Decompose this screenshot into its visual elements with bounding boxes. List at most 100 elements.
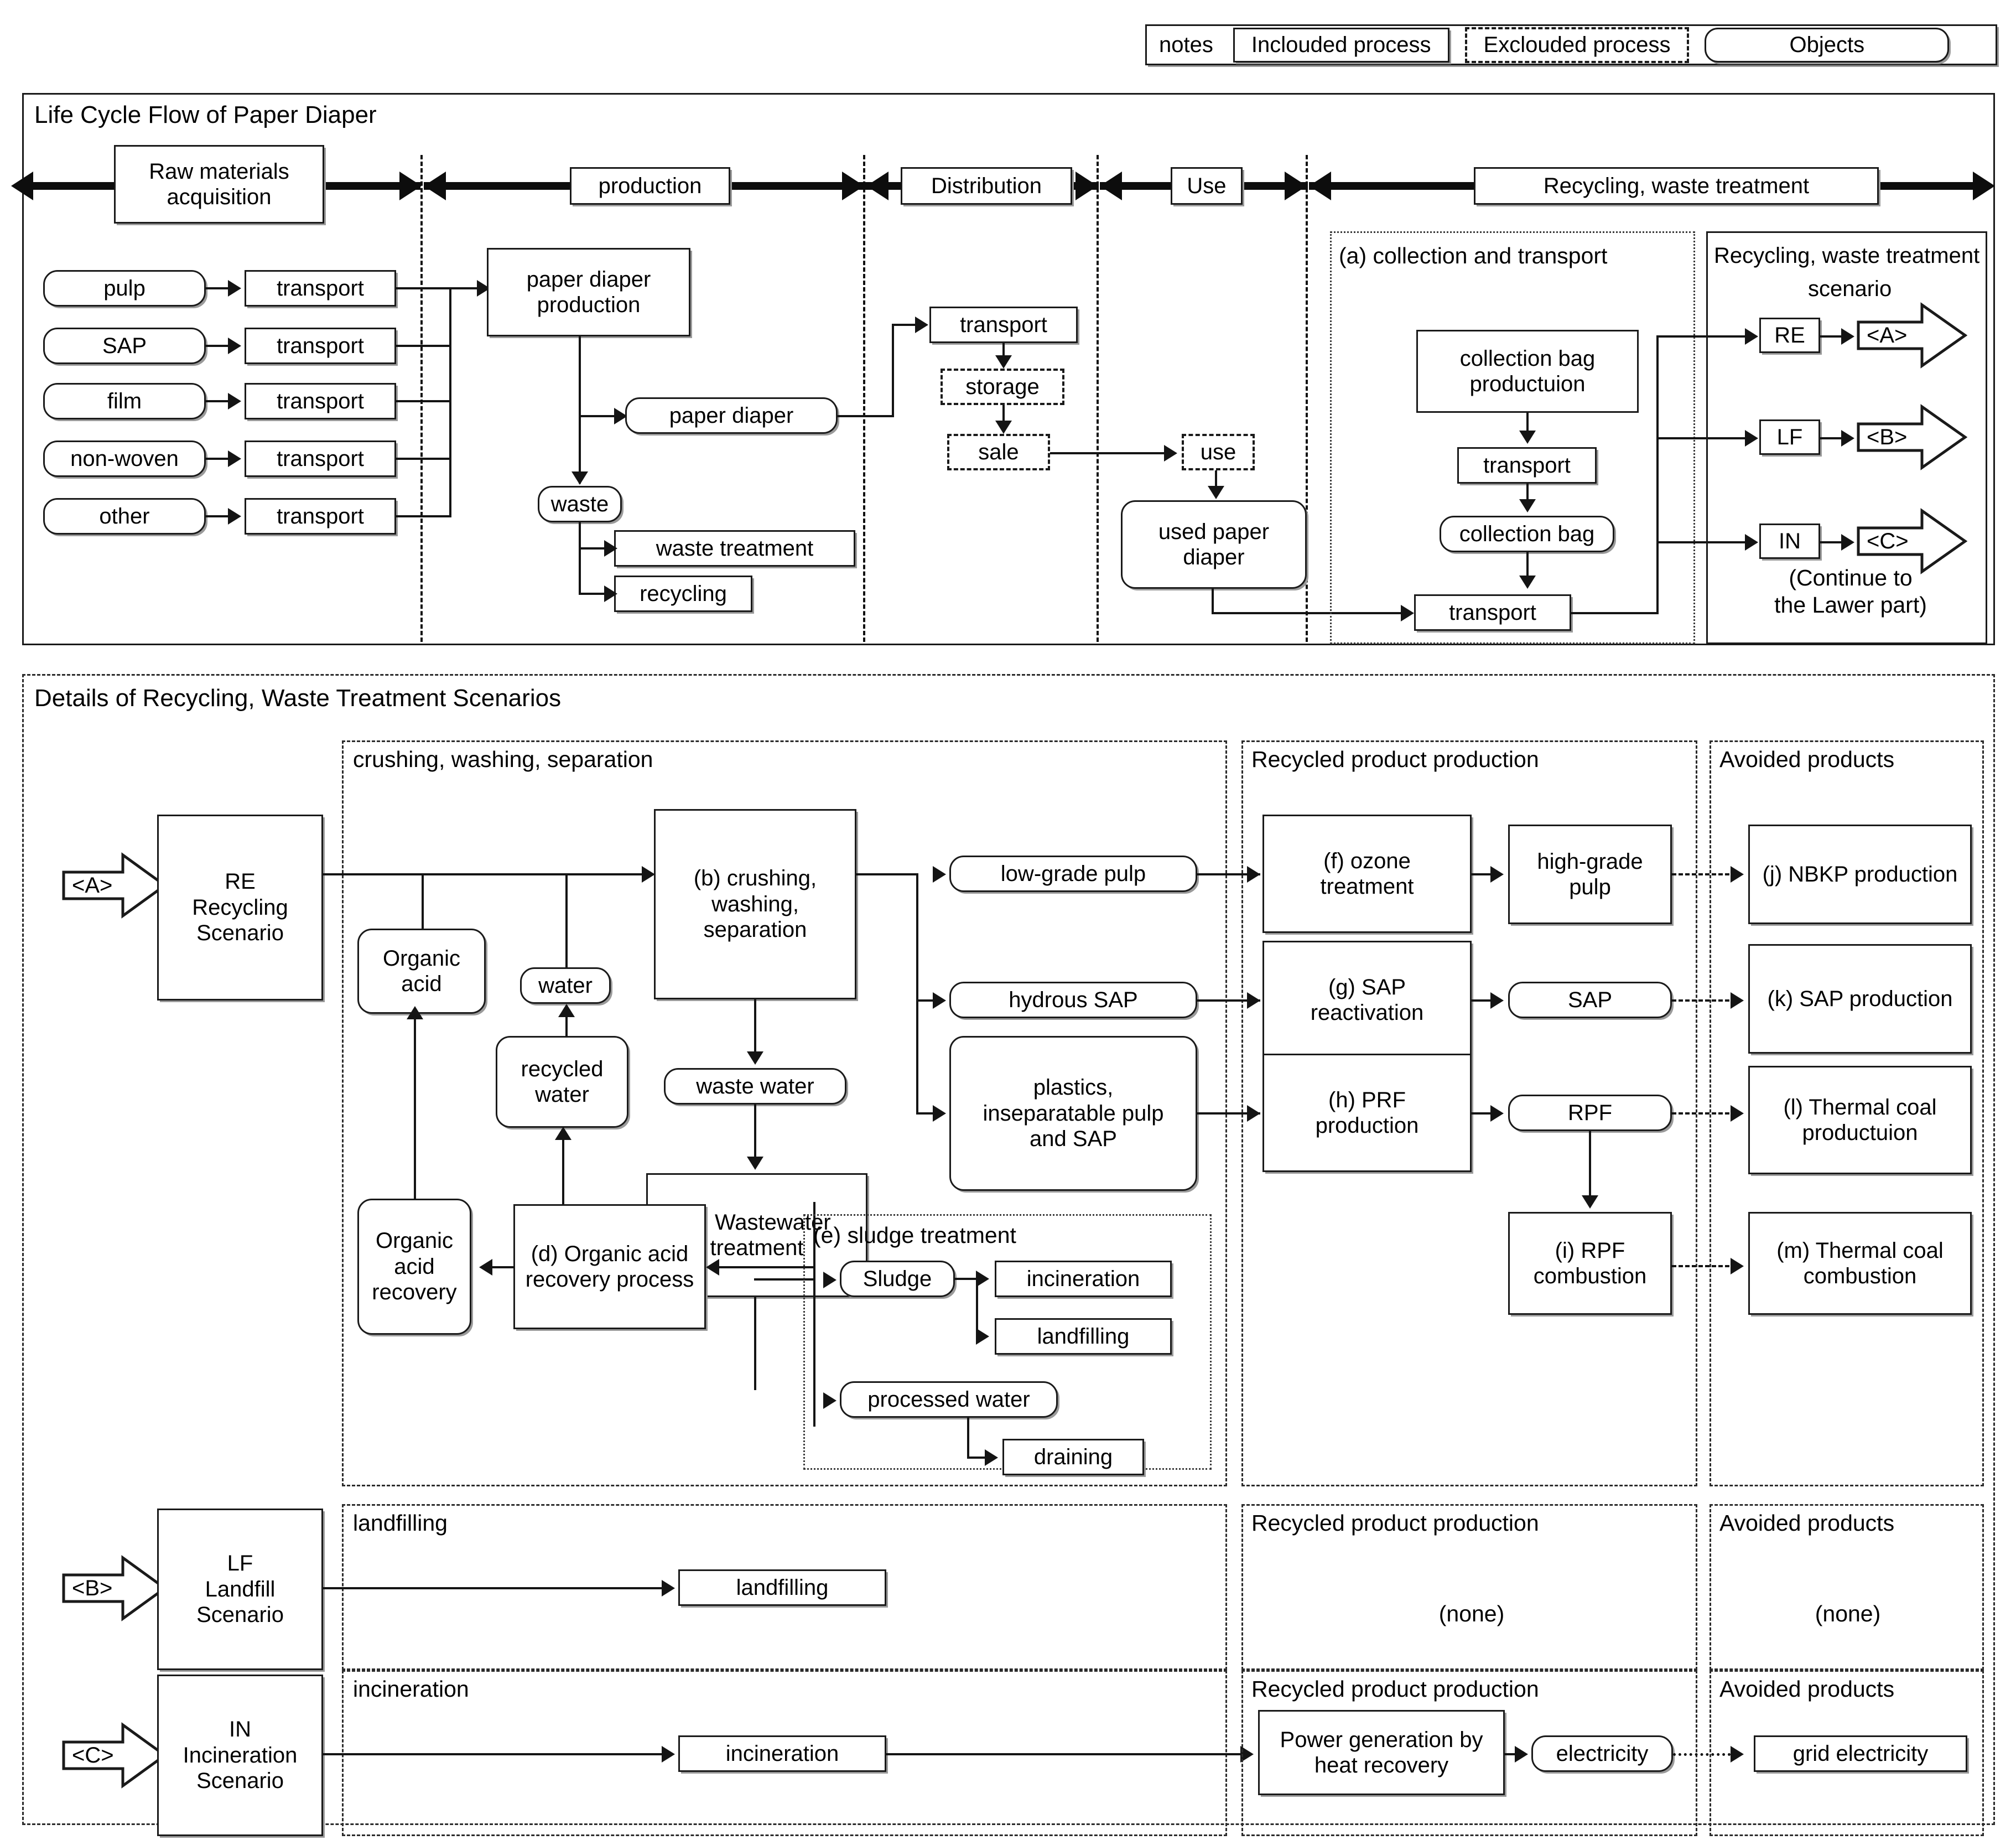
bus-vertical — [449, 287, 451, 517]
l-thermal-box: (l) Thermal coal productuion — [1748, 1066, 1972, 1174]
paper-diaper-production: paper diaper production — [487, 248, 690, 336]
conn-rpf-l — [1672, 1112, 1736, 1115]
cbp-line1: collection bag — [1459, 346, 1596, 371]
sludge-landfilling-box: landfilling — [995, 1318, 1172, 1355]
waste-treatment-box: waste treatment — [614, 530, 855, 567]
collection-transport-1: transport — [1457, 447, 1597, 484]
legend-excluded-process: Exclouded process — [1464, 27, 1690, 63]
arrow-rpf-i — [1582, 1195, 1598, 1209]
arrow-waste-wt — [604, 540, 617, 557]
phase-raw-line1: Raw materials — [149, 159, 289, 184]
conn-pw-drain — [967, 1457, 987, 1459]
j-nbkp-box: (j) NBKP production — [1748, 825, 1972, 924]
recycling-box: recycling — [614, 576, 752, 612]
arrow-b-hydrous — [933, 992, 946, 1009]
draining-box: draining — [1002, 1439, 1144, 1475]
conn-c-down — [754, 1297, 756, 1390]
plastics-box: plastics, inseparatable pulp and SAP — [949, 1036, 1197, 1191]
d-recovery-l1: (d) Organic acid — [531, 1241, 689, 1266]
i-rpf-l1: (i) RPF — [1555, 1238, 1625, 1263]
arrow-film-transport — [228, 393, 241, 410]
oar-l3: recovery — [372, 1280, 457, 1305]
electricity-box: electricity — [1531, 1735, 1673, 1772]
conn-water-up — [565, 873, 568, 967]
transport-film: transport — [245, 383, 396, 419]
h-prf-l1: (h) PRF — [1328, 1087, 1406, 1112]
conn-pdp-down — [579, 336, 581, 484]
chevron-c-label-upper: <C> — [1867, 528, 1909, 553]
water-box: water — [520, 967, 611, 1004]
chevron-tag-a-lower: <A> — [62, 852, 167, 919]
conn-bus-d — [711, 1266, 814, 1268]
d-recovery-l2: recovery process — [525, 1267, 694, 1292]
c-wastewater-l2: treatment — [710, 1236, 804, 1260]
material-film: film — [43, 383, 206, 419]
arrow-pdp-waste — [571, 471, 588, 485]
use-box: use — [1182, 434, 1255, 470]
re-scenario-box: RE Recycling Scenario — [157, 815, 323, 1001]
chevron-tag-a-upper: <A> — [1857, 302, 1967, 369]
in-scenario-l1: IN — [229, 1717, 251, 1742]
conn-cbp-transport — [1526, 413, 1529, 433]
phase-divider-3 — [1097, 155, 1099, 642]
conn-wastewater-c — [754, 1105, 756, 1159]
material-other: other — [43, 498, 206, 535]
in-scenario-box: IN Incineration Scenario — [157, 1675, 323, 1836]
avoided-column-label-lf: Avoided products — [1719, 1510, 1895, 1536]
conn-i-m — [1672, 1265, 1736, 1267]
arrow-cbp-transport — [1519, 431, 1536, 444]
landfilling-column-label: landfilling — [353, 1510, 448, 1536]
m-thermal-box: (m) Thermal coal combustion — [1748, 1212, 1972, 1315]
lifecycle-arrow-left — [11, 172, 33, 200]
arrow-in-incineration — [662, 1746, 675, 1763]
lf-scenario-l2: Landfill — [205, 1577, 276, 1601]
m-thermal-l2: combustion — [1803, 1264, 1917, 1288]
arrow-bus-d — [706, 1259, 719, 1276]
arrow-b-plastics — [933, 1105, 946, 1122]
arrow-sludge-lf — [976, 1328, 989, 1345]
arrow-other-transport — [228, 508, 241, 525]
collection-bag: collection bag — [1440, 516, 1614, 552]
conn-sale-use — [1050, 452, 1167, 454]
lifecycle-arrow-r4 — [1285, 172, 1307, 200]
conn-oa-up — [422, 873, 424, 929]
legend-included-process: Inclouded process — [1233, 27, 1449, 63]
arrow-b-wastewater — [747, 1051, 763, 1065]
chevron-b-label-lower: <B> — [72, 1575, 113, 1600]
arrow-pw-drain — [985, 1449, 998, 1466]
conn-b-out-vertical — [916, 873, 918, 1115]
chevron-a-label-lower: <A> — [72, 873, 113, 898]
arrow-in-tag — [1841, 534, 1854, 551]
arrow-lf-tag — [1841, 430, 1854, 447]
arrow-hgp-j — [1731, 866, 1744, 883]
recycled-column-label-re: Recycled product production — [1251, 747, 1539, 772]
organic-acid-l1: Organic — [382, 946, 461, 971]
upper-panel-title: Life Cycle Flow of Paper Diaper — [34, 101, 377, 128]
arrow-power-electricity — [1515, 1746, 1528, 1763]
in-scenario-l3: Scenario — [196, 1769, 284, 1794]
conn-in-tag — [1820, 541, 1843, 543]
power-generation-box: Power generation by heat recovery — [1258, 1710, 1505, 1795]
lifecycle-arrow-r3 — [1075, 172, 1098, 200]
h-prf-l2: production — [1315, 1113, 1419, 1138]
lifecycle-arrow-r2 — [842, 172, 864, 200]
re-scenario-l1: RE — [225, 869, 256, 894]
bus-scenarios-vertical — [1656, 335, 1659, 613]
recycled-water-l1: recycled — [521, 1056, 604, 1081]
phase-raw-line2: acquisition — [167, 185, 272, 209]
continue-line1: (Continue to — [1789, 565, 1913, 590]
lifecycle-arrow-l1 — [424, 172, 446, 200]
lf-scenario-box: LF Landfill Scenario — [157, 1509, 323, 1670]
collection-bag-production: collection bag productuion — [1416, 330, 1639, 413]
arrow-re-tag — [1841, 328, 1854, 345]
continue-note: (Continue to the Lawer part) — [1759, 564, 1942, 619]
in-scenario-l2: Incineration — [183, 1743, 298, 1768]
sale-box: sale — [947, 434, 1050, 470]
bus-out-transport2 — [1571, 612, 1659, 614]
phase-use: Use — [1171, 167, 1243, 205]
m-thermal-l1: (m) Thermal coal — [1776, 1238, 1944, 1263]
chevron-c-label-lower: <C> — [72, 1743, 114, 1768]
arrow-hsap-g — [1247, 992, 1260, 1009]
arrow-plast-h — [1247, 1105, 1260, 1122]
phase-divider-2 — [863, 155, 865, 642]
